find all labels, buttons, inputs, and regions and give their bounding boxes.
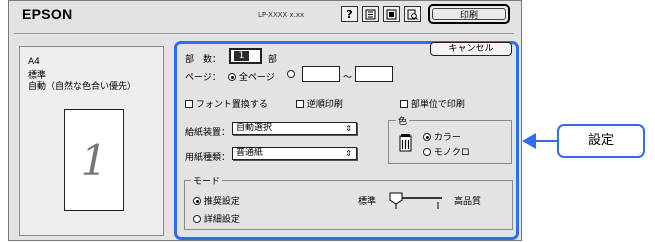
header-divider (14, 33, 514, 34)
layout-icon[interactable] (383, 6, 400, 22)
quality-high-label: 高品質 (454, 197, 482, 207)
collate-label: 部単位で印刷 (410, 100, 465, 110)
paper-type-popup[interactable]: 普通紙 ⇕ (232, 147, 357, 160)
driver-version: LP-XXXX x.xx (258, 11, 305, 19)
callout-arrow-icon (522, 132, 560, 153)
pages-label: ページ： (185, 73, 221, 83)
color-mode-text: 自動（自然な色合い優先） (28, 82, 137, 92)
paper-type-label: 用紙種類： (185, 153, 231, 163)
color-radio[interactable]: カラー (423, 130, 461, 143)
copies-unit: 部 (268, 55, 278, 65)
help-icon[interactable]: ? (341, 6, 358, 22)
copies-label: 部 数： (185, 55, 222, 65)
color-group-label: 色 (396, 114, 410, 127)
paper-type-value: 普通紙 (236, 148, 264, 158)
print-button[interactable]: 印刷 (428, 4, 510, 24)
mono-option-label: モノクロ (433, 148, 470, 158)
radio-empty-icon (423, 148, 431, 156)
mono-radio[interactable]: モノクロ (423, 145, 470, 158)
checkbox-icon (296, 100, 304, 108)
callout-settings-label: 設定 (557, 124, 645, 158)
radio-selected-icon (193, 197, 201, 205)
pages-all-radio[interactable]: 全ページ (228, 70, 275, 83)
radio-empty-icon (287, 70, 295, 78)
epson-logo: EPSON (22, 6, 73, 22)
cancel-button[interactable]: キャンセル (430, 42, 512, 56)
settings-summary-panel: A4 標準 自動（自然な色合い優先） 1 (19, 46, 164, 236)
radio-selected-icon (423, 133, 431, 141)
source-label: 給紙装置： (185, 128, 231, 138)
checkbox-icon (185, 100, 193, 108)
mode-detail-label: 詳細設定 (203, 215, 240, 225)
print-button-label: 印刷 (432, 8, 506, 21)
page-preview: 1 (64, 109, 124, 211)
reverse-checkbox[interactable]: 逆順印刷 (296, 97, 343, 110)
color-option-label: カラー (433, 133, 461, 143)
popup-arrow-icon: ⇕ (345, 149, 352, 158)
pages-to-field[interactable] (355, 66, 393, 82)
source-popup[interactable]: 自動選択 ⇕ (232, 122, 357, 135)
copies-value: 1 (234, 51, 249, 61)
mode-detail-radio[interactable]: 詳細設定 (193, 212, 240, 225)
preview-icon[interactable] (404, 6, 421, 22)
mode-recommended-radio[interactable]: 推奨設定 (193, 194, 240, 207)
font-replace-label: フォント置換する (195, 100, 268, 110)
pages-from-field[interactable] (302, 66, 340, 82)
ink-cartridge-icon (398, 133, 413, 155)
font-replace-checkbox[interactable]: フォント置換する (185, 97, 268, 110)
checkbox-icon (400, 100, 408, 108)
radio-empty-icon (193, 215, 201, 223)
preview-page-number: 1 (80, 136, 108, 185)
mode-recommended-label: 推奨設定 (203, 197, 240, 207)
paper-size-text: A4 (28, 57, 40, 67)
reverse-label: 逆順印刷 (306, 100, 343, 110)
pages-tilde: ～ (343, 73, 353, 83)
quality-slider[interactable] (386, 190, 444, 213)
copies-field[interactable]: 1 (229, 48, 262, 64)
pages-range-radio[interactable] (287, 70, 295, 80)
radio-selected-icon (228, 73, 236, 81)
quality-low-label: 標準 (358, 197, 377, 207)
popup-arrow-icon: ⇕ (345, 124, 352, 133)
printer-settings-icon[interactable] (362, 6, 379, 22)
mode-group-label: モード (191, 174, 223, 187)
source-value: 自動選択 (236, 123, 273, 133)
pages-all-label: 全ページ (238, 73, 275, 83)
collate-checkbox[interactable]: 部単位で印刷 (400, 97, 465, 110)
